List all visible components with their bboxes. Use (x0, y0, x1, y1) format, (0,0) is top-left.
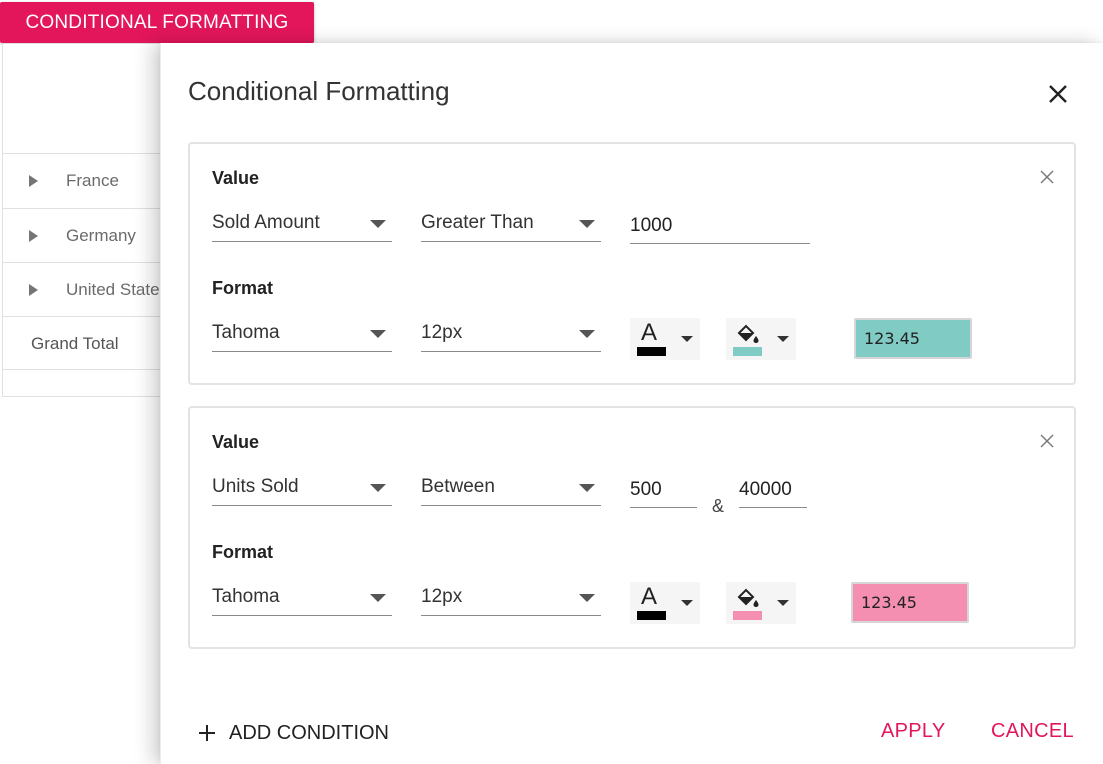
condition-card-2: Value Units Sold Between 500 & 40000 For… (188, 406, 1076, 649)
plus-icon (197, 723, 217, 743)
chevron-down-icon (681, 600, 693, 606)
operator-dropdown[interactable]: Between (421, 472, 601, 506)
pivot-row-label: France (66, 171, 119, 190)
value-label: Value (212, 168, 260, 188)
add-condition-button[interactable]: ADD CONDITION (197, 718, 389, 748)
font-color-icon: A (641, 583, 658, 610)
value-label: Value (212, 432, 260, 452)
chevron-down-icon (579, 594, 595, 602)
remove-condition-icon[interactable] (1038, 168, 1056, 186)
value1-text: 500 (630, 479, 662, 500)
value1-input[interactable]: 1000 (630, 210, 810, 244)
chevron-down-icon (370, 220, 386, 228)
value1-input[interactable]: 500 (630, 474, 697, 508)
font-size-dropdown[interactable]: 12px (421, 318, 601, 352)
measure-dropdown[interactable]: Sold Amount (212, 208, 392, 242)
close-icon[interactable] (1045, 81, 1071, 107)
chevron-down-icon (681, 336, 693, 342)
conditional-formatting-dialog: Conditional Formatting Value Sold Amount… (160, 43, 1103, 764)
remove-condition-icon[interactable] (1038, 432, 1056, 450)
background-color-picker[interactable] (726, 582, 796, 624)
paint-bucket-icon (737, 324, 759, 343)
font-size-value: 12px (421, 586, 463, 607)
pivot-grid: France Germany United States Grand Total (2, 43, 172, 397)
font-size-dropdown[interactable]: 12px (421, 582, 601, 616)
chevron-down-icon (777, 600, 789, 606)
conditional-formatting-button[interactable]: CONDITIONAL FORMATTING (0, 2, 314, 43)
measure-value: Sold Amount (212, 212, 320, 233)
font-family-dropdown[interactable]: Tahoma (212, 318, 392, 352)
font-family-value: Tahoma (212, 586, 280, 607)
font-family-dropdown[interactable]: Tahoma (212, 582, 392, 616)
measure-dropdown[interactable]: Units Sold (212, 472, 392, 506)
paint-bucket-icon (737, 588, 759, 607)
chevron-down-icon (370, 594, 386, 602)
background-color-picker[interactable] (726, 318, 796, 360)
format-preview: 123.45 (851, 582, 969, 623)
operator-value: Between (421, 476, 495, 497)
chevron-down-icon (579, 330, 595, 338)
measure-value: Units Sold (212, 476, 299, 497)
value2-input[interactable]: 40000 (739, 474, 807, 508)
pivot-row-empty (3, 369, 171, 399)
chevron-down-icon (579, 220, 595, 228)
chevron-down-icon (370, 484, 386, 492)
add-condition-label: ADD CONDITION (229, 721, 389, 744)
pivot-row-germany[interactable]: Germany (3, 208, 171, 263)
background-color-swatch (733, 611, 762, 620)
format-preview: 123.45 (854, 318, 972, 359)
pivot-row-label: Germany (66, 226, 136, 245)
pivot-row-grand-total: Grand Total (3, 316, 171, 371)
font-color-picker[interactable]: A (630, 582, 700, 624)
operator-value: Greater Than (421, 212, 534, 233)
condition-card-1: Value Sold Amount Greater Than 1000 Form… (188, 142, 1076, 385)
apply-button[interactable]: APPLY (881, 720, 946, 743)
pivot-row-france[interactable]: France (3, 153, 171, 208)
background-color-swatch (733, 347, 762, 356)
value2-text: 40000 (739, 479, 792, 500)
cancel-button[interactable]: CANCEL (991, 720, 1074, 743)
font-color-swatch (637, 347, 666, 356)
value1-text: 1000 (630, 215, 673, 236)
operator-dropdown[interactable]: Greater Than (421, 208, 601, 242)
pivot-row-united-states[interactable]: United States (3, 262, 171, 317)
expand-arrow-icon[interactable] (29, 284, 38, 296)
pivot-row-label: Grand Total (31, 334, 119, 353)
chevron-down-icon (777, 336, 789, 342)
between-separator: & (712, 496, 725, 516)
font-color-swatch (637, 611, 666, 620)
chevron-down-icon (579, 484, 595, 492)
chevron-down-icon (370, 330, 386, 338)
pivot-row-label: United States (66, 280, 169, 299)
expand-arrow-icon[interactable] (29, 175, 38, 187)
dialog-title: Conditional Formatting (188, 76, 450, 106)
font-family-value: Tahoma (212, 322, 280, 343)
format-label: Format (212, 278, 274, 298)
format-label: Format (212, 542, 274, 562)
font-color-icon: A (641, 319, 658, 346)
font-color-picker[interactable]: A (630, 318, 700, 360)
expand-arrow-icon[interactable] (29, 230, 38, 242)
font-size-value: 12px (421, 322, 463, 343)
